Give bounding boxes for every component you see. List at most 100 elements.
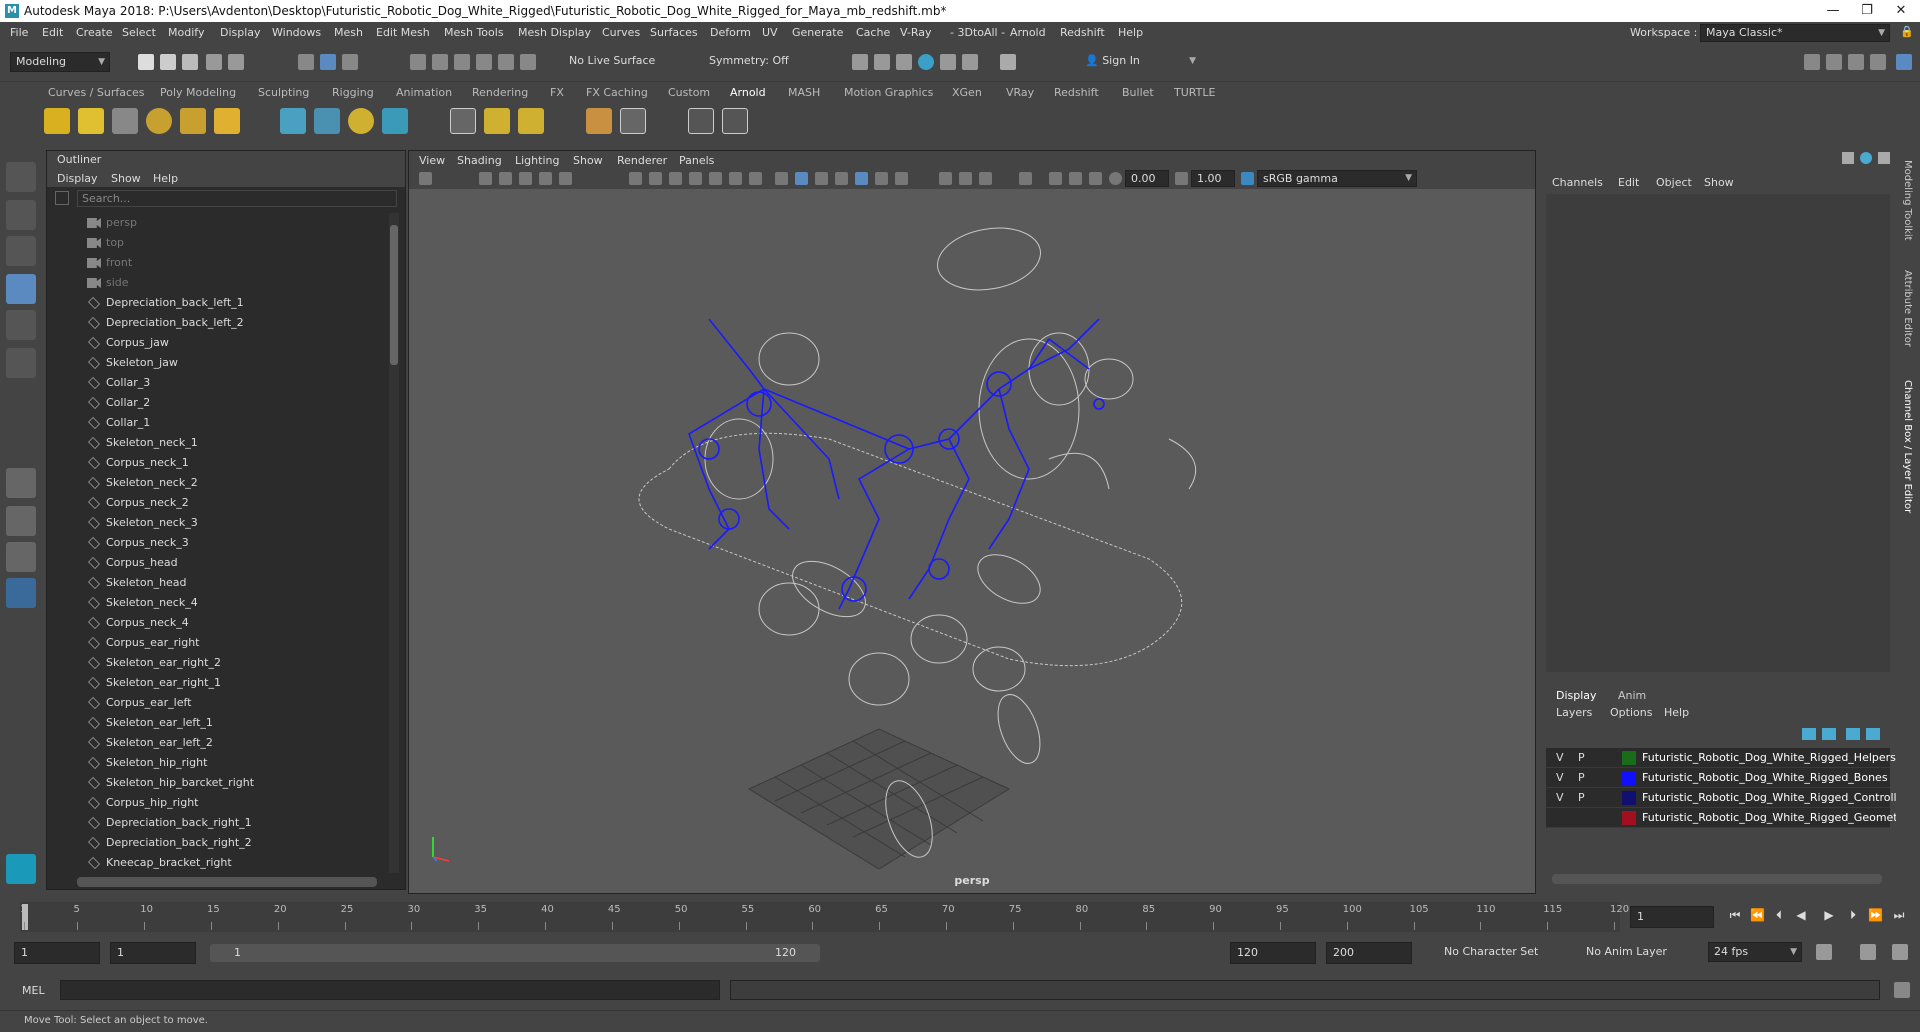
- modeling-toolkit-icon[interactable]: [1804, 54, 1820, 70]
- vp-menu-shading[interactable]: Shading: [457, 154, 502, 167]
- exposure-field[interactable]: 0.00: [1125, 170, 1169, 187]
- expand-icon[interactable]: [1878, 152, 1890, 164]
- paint-select-tool-icon[interactable]: [6, 236, 36, 266]
- channel-box-icon[interactable]: [1870, 54, 1886, 70]
- layer-playback-toggle[interactable]: P: [1578, 791, 1585, 804]
- bookmark-icon[interactable]: [499, 172, 512, 185]
- flush-all-icon[interactable]: [518, 108, 544, 134]
- move-layer-up-icon[interactable]: [1802, 728, 1816, 740]
- layer-color-swatch[interactable]: [1622, 811, 1636, 825]
- playback-start-field[interactable]: 1: [110, 942, 196, 964]
- render-view-icon[interactable]: [918, 54, 934, 70]
- redo-icon[interactable]: [228, 54, 244, 70]
- scale-tool-icon[interactable]: [6, 348, 36, 378]
- shelf-tab-mash[interactable]: MASH: [788, 86, 820, 99]
- side-tab-channel-box[interactable]: Channel Box / Layer Editor: [1902, 380, 1913, 513]
- standin-icon[interactable]: [280, 108, 306, 134]
- pin-icon[interactable]: [1842, 152, 1854, 164]
- single-perspective-layout-icon[interactable]: [6, 468, 36, 498]
- current-frame-field[interactable]: 1: [1630, 906, 1714, 928]
- skydome-light-icon[interactable]: [146, 108, 172, 134]
- snap-edge-icon[interactable]: [520, 54, 536, 70]
- exposure-icon[interactable]: [1109, 172, 1122, 185]
- vp-menu-renderer[interactable]: Renderer: [617, 154, 667, 167]
- render-settings-icon[interactable]: [940, 54, 956, 70]
- maximize-button[interactable]: ❐: [1852, 2, 1882, 20]
- save-scene-icon[interactable]: [182, 54, 198, 70]
- four-view-layout-icon[interactable]: [6, 506, 36, 536]
- loop-icon[interactable]: [1816, 944, 1832, 960]
- image-plane-icon[interactable]: [519, 172, 532, 185]
- layer-color-swatch[interactable]: [1622, 771, 1636, 785]
- range-bar[interactable]: 1 120: [210, 944, 820, 962]
- curve-collector-icon[interactable]: [348, 108, 374, 134]
- menu-select[interactable]: Select: [122, 26, 156, 39]
- layer-visibility-toggle[interactable]: V: [1556, 771, 1564, 784]
- flush-texture-icon[interactable]: [450, 108, 476, 134]
- persp-outliner-layout-icon[interactable]: [6, 542, 36, 572]
- cb-menu-object[interactable]: Object: [1656, 176, 1692, 189]
- menu-vray[interactable]: V-Ray: [900, 26, 932, 39]
- shelf-tab-fx[interactable]: FX: [550, 86, 564, 99]
- layer-row[interactable]: V P Futuristic_Robotic_Dog_White_Rigged_He…: [1546, 748, 1896, 768]
- flush-background-icon[interactable]: [484, 108, 510, 134]
- outliner-item[interactable]: Skeleton_ear_right_1: [87, 673, 221, 693]
- shelf-tab-poly-modeling[interactable]: Poly Modeling: [160, 86, 236, 99]
- auto-key-icon[interactable]: [1860, 944, 1876, 960]
- shelf-tab-fx-caching[interactable]: FX Caching: [586, 86, 648, 99]
- shelf-tab-bullet[interactable]: Bullet: [1122, 86, 1154, 99]
- layer-menu-help[interactable]: Help: [1664, 706, 1689, 719]
- outliner-item[interactable]: Skeleton_ear_right_2: [87, 653, 221, 673]
- layer-hscrollbar[interactable]: [1552, 874, 1882, 884]
- outliner-item[interactable]: Collar_1: [87, 413, 150, 433]
- export-standin-icon[interactable]: [314, 108, 340, 134]
- go-to-end-icon[interactable]: ⏭: [1892, 908, 1906, 922]
- playback-end-field[interactable]: 120: [1230, 942, 1316, 964]
- outliner-menu-display[interactable]: Display: [57, 172, 98, 185]
- layer-visibility-toggle[interactable]: V: [1556, 791, 1564, 804]
- outliner-item[interactable]: Kneecap_bracket_right: [87, 853, 232, 873]
- layer-tab-anim[interactable]: Anim: [1618, 689, 1646, 702]
- volume-icon[interactable]: [382, 108, 408, 134]
- close-button[interactable]: ✕: [1886, 2, 1916, 20]
- mesh-light-icon[interactable]: [78, 108, 104, 134]
- outliner-item[interactable]: Corpus_hip_right: [87, 793, 198, 813]
- gamma-field[interactable]: 1.00: [1191, 170, 1235, 187]
- resolution-gate-icon[interactable]: [669, 172, 682, 185]
- new-empty-layer-icon[interactable]: [1846, 728, 1860, 740]
- select-tool-icon[interactable]: [6, 162, 36, 192]
- snap-surface-icon[interactable]: [498, 54, 514, 70]
- outliner-hscrollbar[interactable]: [77, 877, 377, 887]
- shelf-tab-redshift[interactable]: Redshift: [1054, 86, 1099, 99]
- outliner-item[interactable]: Corpus_jaw: [87, 333, 169, 353]
- side-tab-attribute-editor[interactable]: Attribute Editor: [1902, 270, 1913, 347]
- shelf-tab-vray[interactable]: VRay: [1006, 86, 1034, 99]
- physical-sky-icon[interactable]: [214, 108, 240, 134]
- script-editor-icon[interactable]: [1894, 982, 1910, 998]
- menu-file[interactable]: File: [10, 26, 28, 39]
- outliner-item[interactable]: Skeleton_neck_4: [87, 593, 198, 613]
- rotate-tool-icon[interactable]: [6, 310, 36, 340]
- outliner-item[interactable]: Skeleton_jaw: [87, 353, 178, 373]
- outliner-item[interactable]: Depreciation_back_left_2: [87, 313, 244, 333]
- menu-windows[interactable]: Windows: [272, 26, 321, 39]
- search-input[interactable]: Search...: [77, 190, 397, 207]
- select-component-icon[interactable]: [342, 54, 358, 70]
- command-input[interactable]: [60, 980, 720, 1000]
- color-space-dropdown[interactable]: sRGB gamma ▼: [1257, 170, 1417, 187]
- lights-icon[interactable]: [875, 172, 888, 185]
- xray-joints-icon[interactable]: [1049, 172, 1062, 185]
- outliner-scroll-thumb[interactable]: [390, 225, 398, 365]
- menu-arnold[interactable]: Arnold: [1010, 26, 1046, 39]
- animation-preferences-icon[interactable]: [1892, 944, 1908, 960]
- outliner-item[interactable]: Depreciation_back_left_1: [87, 293, 244, 313]
- menu-modify[interactable]: Modify: [168, 26, 204, 39]
- outliner-item[interactable]: Depreciation_back_right_2: [87, 833, 252, 853]
- default-material-icon[interactable]: [815, 172, 828, 185]
- menu-surfaces[interactable]: Surfaces: [650, 26, 698, 39]
- snap-curve-icon[interactable]: [432, 54, 448, 70]
- menu-mesh-tools[interactable]: Mesh Tools: [444, 26, 504, 39]
- menu-generate[interactable]: Generate: [792, 26, 843, 39]
- layer-row[interactable]: V P Futuristic_Robotic_Dog_White_Rigged_Bo…: [1546, 768, 1890, 788]
- layer-visibility-toggle[interactable]: V: [1556, 751, 1564, 764]
